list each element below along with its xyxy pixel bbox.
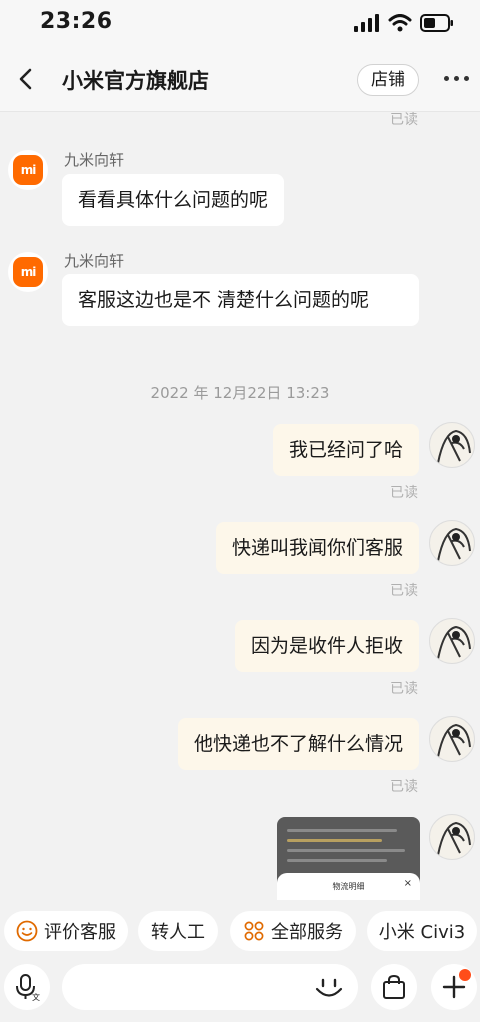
page-title: 小米官方旗舰店	[62, 69, 209, 93]
notification-dot	[459, 969, 471, 981]
chat-thread[interactable]: 已读 mi 九米向轩 看看具体什么问题的呢 mi 九米向轩 客服这边也是不 清楚…	[0, 112, 480, 900]
smile-icon	[16, 920, 38, 942]
user-avatar[interactable]	[429, 716, 475, 762]
status-bar: 23:26	[0, 0, 480, 48]
read-receipt: 已读	[390, 779, 418, 795]
sender-name: 九米向轩	[64, 252, 125, 270]
svg-text:文: 文	[32, 992, 40, 1001]
read-receipt: 已读	[390, 485, 418, 501]
logistics-sheet: 物流明细 ×	[277, 873, 420, 900]
shop-button[interactable]: 店铺	[357, 64, 419, 96]
user-avatar[interactable]	[429, 618, 475, 664]
message-timestamp: 2022 年 12月22日 13:23	[150, 384, 330, 402]
battery-icon	[420, 14, 453, 32]
read-receipt: 已读	[390, 112, 418, 128]
read-receipt: 已读	[390, 583, 418, 599]
outgoing-message[interactable]: 他快递也不了解什么情况	[177, 718, 419, 770]
microphone-icon: 文	[16, 974, 40, 1001]
user-avatar[interactable]	[429, 422, 475, 468]
read-receipt: 已读	[390, 681, 418, 697]
outgoing-message[interactable]: 快递叫我闻你们客服	[215, 522, 419, 574]
chip-label: 转人工	[151, 922, 205, 943]
rate-service-chip[interactable]: 评价客服	[4, 911, 128, 951]
shopping-bag-icon	[383, 974, 405, 999]
user-avatar[interactable]	[429, 814, 475, 860]
voice-button[interactable]: 文	[4, 964, 50, 1010]
outgoing-message[interactable]: 因为是收件人拒收	[234, 620, 419, 672]
user-avatar[interactable]	[429, 520, 475, 566]
mi-logo-icon: mi	[13, 257, 43, 287]
chip-label: 全部服务	[271, 922, 343, 943]
all-services-chip[interactable]: 全部服务	[230, 911, 356, 951]
incoming-message[interactable]: 客服这边也是不 清楚什么问题的呢	[62, 274, 419, 326]
product-chip[interactable]: 小米 Civi3	[367, 911, 477, 951]
signal-icon	[354, 14, 379, 32]
back-arrow-icon[interactable]	[12, 64, 42, 94]
input-bar: 文	[0, 960, 480, 1022]
shopping-bag-button[interactable]	[371, 964, 417, 1010]
image-message[interactable]: 物流明细 ×	[277, 817, 420, 900]
incoming-message[interactable]: 看看具体什么问题的呢	[62, 174, 285, 226]
chip-label: 小米 Civi3	[378, 922, 466, 943]
emoji-icon[interactable]	[314, 974, 344, 1002]
close-icon: ×	[403, 878, 412, 889]
chat-header: 小米官方旗舰店 店铺	[0, 48, 480, 112]
sheet-title: 物流明细	[332, 882, 365, 891]
chip-label: 评价客服	[44, 922, 116, 943]
status-time: 23:26	[40, 9, 113, 34]
quick-actions-bar: 评价客服 转人工 全部服务 小米 Civi3	[0, 903, 480, 959]
shop-avatar[interactable]: mi	[8, 252, 48, 292]
mi-logo-icon: mi	[13, 155, 43, 185]
shop-avatar[interactable]: mi	[8, 150, 48, 190]
human-agent-chip[interactable]: 转人工	[138, 911, 218, 951]
wifi-icon	[388, 14, 412, 32]
more-options-icon[interactable]	[444, 76, 469, 81]
status-icons	[354, 14, 454, 32]
plus-button[interactable]	[431, 964, 477, 1010]
outgoing-message[interactable]: 我已经问了哈	[272, 424, 419, 476]
grid-icon	[244, 921, 264, 941]
sender-name: 九米向轩	[64, 151, 125, 169]
